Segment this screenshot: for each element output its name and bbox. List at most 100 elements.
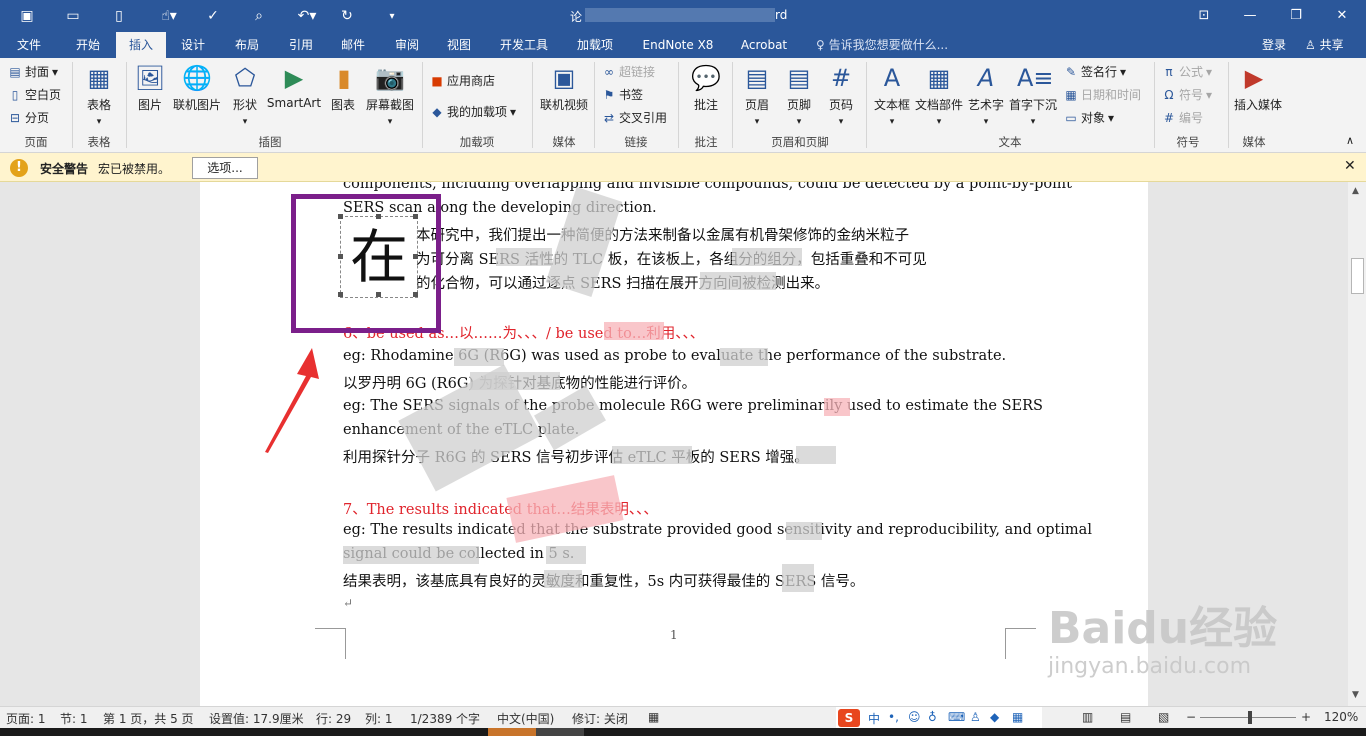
comment-button[interactable]: 💬 批注 — [686, 62, 726, 113]
my-addins-button[interactable]: ◆ 我的加载项 ▾ — [430, 102, 516, 122]
equation-button[interactable]: π 公式 ▾ — [1162, 62, 1212, 82]
spelling-icon[interactable]: ✓ — [202, 6, 224, 26]
scroll-down-icon[interactable]: ▼ — [1352, 690, 1359, 700]
tab-endnote[interactable]: EndNote X8 — [636, 32, 720, 58]
share-button[interactable]: ♙ 共享 — [1301, 34, 1348, 56]
scroll-up-icon[interactable]: ▲ — [1352, 186, 1359, 196]
textbox-button[interactable]: A 文本框 ▾ — [872, 62, 912, 127]
doc-line: 为可分离 SERS 活性的 TLC 板，在该板上，各组分的组分，包括重叠和不可见 — [416, 252, 927, 268]
save-icon[interactable]: ▣ — [16, 6, 38, 26]
minimize-icon[interactable]: — — [1238, 4, 1262, 26]
store-button[interactable]: ■ 应用商店 — [430, 71, 495, 91]
insert-media-icon: ▶ — [1244, 64, 1264, 92]
read-mode-icon[interactable]: ▥ — [1082, 710, 1093, 724]
emoji-icon[interactable]: ☺ — [908, 710, 921, 724]
customize-icon[interactable]: ▾ — [384, 6, 400, 26]
new-icon[interactable]: ▯ — [108, 6, 130, 26]
open-icon[interactable]: ▭ — [62, 6, 84, 26]
toolbox-icon[interactable]: ▦ — [1012, 710, 1023, 724]
keyboard-icon[interactable]: ⌨ — [948, 710, 965, 724]
online-video-button[interactable]: ▣ 联机视频 — [538, 62, 590, 113]
options-button[interactable]: 选项... — [192, 157, 258, 179]
tab-layout[interactable]: 布局 — [224, 32, 270, 58]
symbol-button[interactable]: Ω 符号 ▾ — [1162, 85, 1212, 105]
zoom-level[interactable]: 120% — [1324, 710, 1358, 724]
login-link[interactable]: 登录 — [1262, 32, 1286, 58]
status-section[interactable]: 节: 1 — [60, 710, 88, 727]
undo-icon[interactable]: ↶▾ — [290, 6, 324, 26]
ribbon-display-icon[interactable]: ⊡ — [1192, 4, 1216, 26]
ribbon: ▤ 封面 ▾ ▯ 空白页 ⊟ 分页 页面 ▦ 表格 ▾ 表格 🖼 图片 🌐 联机图片 ⬠ 形状 ▾… — [0, 58, 1366, 153]
tell-me-box[interactable]: ♀ 告诉我您想要做什么... — [816, 32, 948, 58]
touch-mode-icon[interactable]: ☝▾ — [154, 6, 184, 26]
status-setting[interactable]: 设置值: 17.9厘米 — [209, 710, 304, 727]
taskbar-app[interactable] — [536, 728, 584, 736]
ime-chinese-icon[interactable]: 中 — [868, 710, 880, 727]
user-icon[interactable]: ♙ — [970, 710, 981, 724]
smartart-button[interactable]: ▶ SmartArt — [266, 62, 322, 110]
blank-page-button[interactable]: ▯ 空白页 — [8, 85, 61, 105]
page-break-button[interactable]: ⊟ 分页 — [8, 108, 49, 128]
datetime-button[interactable]: ▦ 日期和时间 — [1064, 85, 1141, 105]
chart-button[interactable]: ▮ 图表 — [328, 62, 358, 113]
tab-references[interactable]: 引用 — [278, 32, 324, 58]
screenshot-button[interactable]: 📷 屏幕截图 ▾ — [364, 62, 416, 127]
ime-punct-icon[interactable]: •, — [888, 710, 899, 724]
shapes-button[interactable]: ⬠ 形状 ▾ — [228, 62, 262, 127]
status-language[interactable]: 中文(中国) — [497, 710, 554, 727]
page-number-button[interactable]: # 页码 ▾ — [824, 62, 858, 127]
zoom-out-icon[interactable]: − — [1186, 710, 1196, 724]
header-button[interactable]: ▤ 页眉 ▾ — [740, 62, 774, 127]
status-page[interactable]: 页面: 1 — [6, 710, 46, 727]
object-button[interactable]: ▭ 对象 ▾ — [1064, 108, 1114, 128]
quick-parts-button[interactable]: ▦ 文档部件 ▾ — [914, 62, 964, 127]
close-icon[interactable]: ✕ — [1344, 158, 1356, 174]
table-button[interactable]: ▦ 表格 ▾ — [80, 62, 118, 127]
scroll-thumb[interactable] — [1351, 258, 1364, 294]
zoom-slider-thumb[interactable] — [1248, 711, 1252, 724]
ime-toolbar[interactable]: S 中 •, ☺ ♁ ⌨ ♙ ◆ ▦ — [836, 707, 1042, 729]
insert-media-button[interactable]: ▶ 插入媒体 — [1234, 62, 1282, 113]
vertical-scrollbar[interactable]: ▲ ▼ — [1348, 182, 1366, 706]
bookmark-button[interactable]: ⚑ 书签 — [602, 85, 643, 105]
status-track-changes[interactable]: 修订: 关闭 — [572, 710, 628, 727]
macro-icon[interactable]: ▦ — [648, 710, 659, 724]
tab-review[interactable]: 审阅 — [384, 32, 430, 58]
cross-reference-button[interactable]: ⇄ 交叉引用 — [602, 108, 667, 128]
signature-button[interactable]: ✎ 签名行 ▾ — [1064, 62, 1126, 82]
hyperlink-button[interactable]: ∞ 超链接 — [602, 62, 655, 82]
tab-home[interactable]: 开始 — [64, 32, 112, 58]
cover-page-button[interactable]: ▤ 封面 ▾ — [8, 62, 58, 82]
skin-icon[interactable]: ◆ — [990, 710, 999, 724]
sogou-icon[interactable]: S — [838, 709, 860, 727]
status-words[interactable]: 1/2389 个字 — [410, 710, 480, 727]
collapse-ribbon-icon[interactable]: ∧ — [1346, 134, 1354, 147]
number-button[interactable]: # 编号 — [1162, 108, 1203, 128]
restore-icon[interactable]: ❐ — [1284, 4, 1308, 26]
footer-button[interactable]: ▤ 页脚 ▾ — [782, 62, 816, 127]
status-col[interactable]: 列: 1 — [365, 710, 393, 727]
tab-view[interactable]: 视图 — [436, 32, 482, 58]
tab-developer[interactable]: 开发工具 — [492, 32, 556, 58]
redo-icon[interactable]: ↻ — [336, 6, 358, 26]
dropcap-button[interactable]: A≡ 首字下沉 ▾ — [1008, 62, 1058, 127]
voice-icon[interactable]: ♁ — [928, 710, 937, 724]
taskbar-app[interactable] — [488, 728, 536, 736]
online-picture-button[interactable]: 🌐 联机图片 — [172, 62, 222, 113]
zoom-in-icon[interactable]: + — [1301, 710, 1311, 724]
print-preview-icon[interactable]: ⌕ — [248, 6, 270, 26]
print-layout-icon[interactable]: ▤ — [1120, 710, 1131, 724]
status-row[interactable]: 行: 29 — [316, 710, 351, 727]
status-page-of[interactable]: 第 1 页，共 5 页 — [103, 710, 194, 727]
web-layout-icon[interactable]: ▧ — [1158, 710, 1169, 724]
picture-button[interactable]: 🖼 图片 — [132, 62, 168, 113]
tab-addins[interactable]: 加载项 — [566, 32, 624, 58]
tab-mailings[interactable]: 邮件 — [330, 32, 376, 58]
wordart-button[interactable]: A 艺术字 ▾ — [966, 62, 1006, 127]
close-icon[interactable]: ✕ — [1330, 4, 1354, 26]
online-picture-icon: 🌐 — [182, 64, 212, 92]
tab-insert[interactable]: 插入 — [116, 32, 166, 58]
tab-acrobat[interactable]: Acrobat — [732, 32, 796, 58]
tab-design[interactable]: 设计 — [170, 32, 216, 58]
tab-file[interactable]: 文件 — [8, 32, 50, 58]
